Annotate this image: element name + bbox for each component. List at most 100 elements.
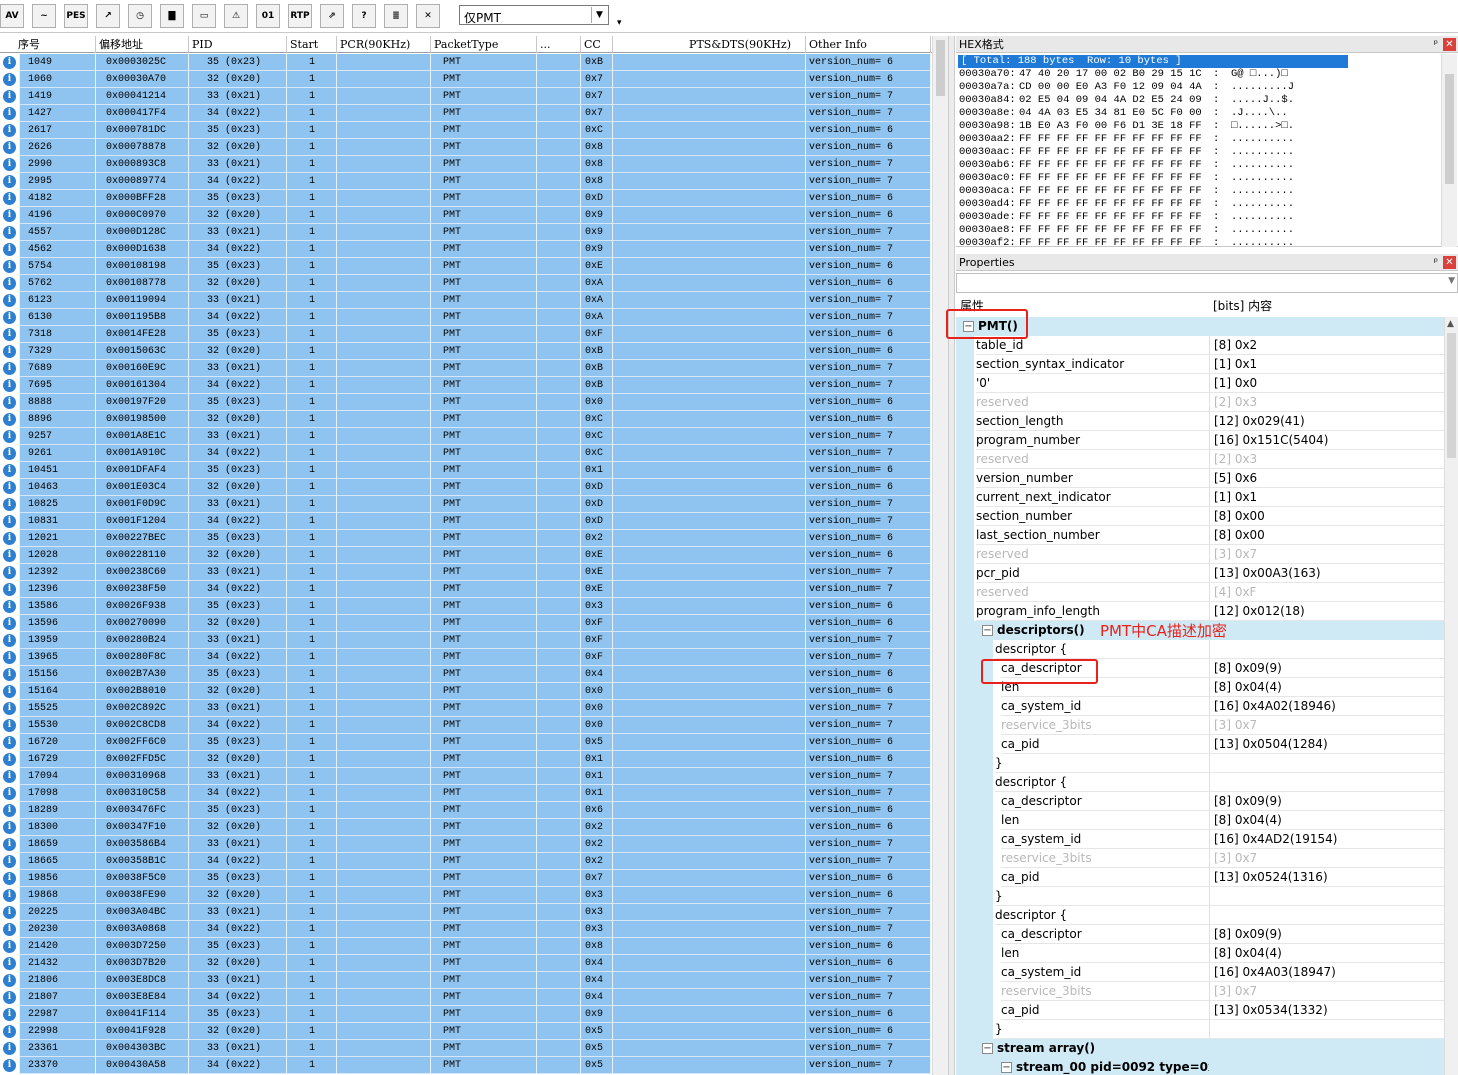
table-row[interactable]: i 7318 0x0014FE28 35 (0x23) 1 PMT 0xF version_n… — [0, 326, 931, 343]
property-row[interactable]: descriptor { — [956, 640, 1444, 659]
help-button[interactable]: ? — [352, 4, 376, 28]
clock-button[interactable]: ◷ — [128, 4, 152, 28]
column-header-4[interactable]: PCR(90KHz) — [337, 36, 431, 53]
column-header-1[interactable]: 偏移地址 — [96, 36, 189, 53]
property-row[interactable]: reservice_3bits [3] 0x7 — [956, 849, 1444, 868]
property-row[interactable]: version_number [5] 0x6 — [956, 469, 1444, 488]
trend-button[interactable]: ↗ — [96, 4, 120, 28]
chart-button[interactable]: ~ — [32, 4, 56, 28]
column-header-2[interactable]: PID — [189, 36, 287, 53]
property-row[interactable]: ca_system_id [16] 0x4AD2(19154) — [956, 830, 1444, 849]
table-row[interactable]: i 7689 0x00160E9C 33 (0x21) 1 PMT 0xB version_n… — [0, 360, 931, 377]
table-row[interactable]: i 19856 0x0038F5C0 35 (0x23) 1 PMT 0x7 version_… — [0, 870, 931, 887]
pin-icon[interactable]: ᵖ — [1434, 36, 1438, 53]
column-header-6[interactable]: ... — [537, 36, 581, 53]
stop-button[interactable]: ✕ — [416, 4, 440, 28]
pes-button[interactable]: PES — [64, 4, 88, 28]
collapse-toggle-icon[interactable]: − — [982, 625, 993, 636]
scrollbar-thumb[interactable] — [1445, 74, 1454, 184]
property-row[interactable]: ca_descriptor [8] 0x09(9) — [956, 792, 1444, 811]
table-row[interactable]: i 10451 0x001DFAF4 35 (0x23) 1 PMT 0x1 version_… — [0, 462, 931, 479]
pane-splitter[interactable] — [948, 36, 955, 1075]
table-row[interactable]: i 16729 0x002FFD5C 32 (0x20) 1 PMT 0x1 version_… — [0, 751, 931, 768]
table-row[interactable]: i 12028 0x00228110 32 (0x20) 1 PMT 0xE version_… — [0, 547, 931, 564]
table-row[interactable]: i 6123 0x00119094 33 (0x21) 1 PMT 0xA version_n… — [0, 292, 931, 309]
property-row[interactable]: reserved [3] 0x7 — [956, 545, 1444, 564]
table-row[interactable]: i 18300 0x00347F10 32 (0x20) 1 PMT 0x2 version_… — [0, 819, 931, 836]
property-row[interactable]: ca_pid [13] 0x0524(1316) — [956, 868, 1444, 887]
property-row[interactable]: section_syntax_indicator [1] 0x1 — [956, 355, 1444, 374]
table-row[interactable]: i 9257 0x001A8E1C 33 (0x21) 1 PMT 0xC version_n… — [0, 428, 931, 445]
scrollbar-thumb[interactable] — [936, 40, 945, 96]
table-row[interactable]: i 10463 0x001E03C4 32 (0x20) 1 PMT 0xD version_… — [0, 479, 931, 496]
property-row[interactable]: } — [956, 754, 1444, 773]
property-row[interactable]: '0' [1] 0x0 — [956, 374, 1444, 393]
table-row[interactable]: i 4182 0x000BFF28 35 (0x23) 1 PMT 0xD version_n… — [0, 190, 931, 207]
column-header-0[interactable]: 序号 — [0, 36, 96, 53]
table-row[interactable]: i 7329 0x0015063C 32 (0x20) 1 PMT 0xB version_n… — [0, 343, 931, 360]
property-row[interactable]: descriptor { — [956, 773, 1444, 792]
property-row[interactable]: } — [956, 887, 1444, 906]
toolbar-overflow-icon[interactable]: ▾ — [617, 18, 622, 28]
rtp-button[interactable]: RTP — [288, 4, 312, 28]
table-scrollbar[interactable] — [932, 36, 948, 1075]
table-row[interactable]: i 21432 0x003D7B20 32 (0x20) 1 PMT 0x4 version_… — [0, 955, 931, 972]
export-button[interactable]: ⇗ — [320, 4, 344, 28]
table-row[interactable]: i 23370 0x00430A58 34 (0x22) 1 PMT 0x5 version_… — [0, 1057, 931, 1074]
property-row[interactable]: descriptor { — [956, 906, 1444, 925]
property-row[interactable]: ca_descriptor [8] 0x09(9) — [956, 925, 1444, 944]
property-row[interactable]: PMT() − — [956, 317, 1444, 336]
property-row[interactable]: reserved [2] 0x3 — [956, 450, 1444, 469]
table-row[interactable]: i 1419 0x00041214 33 (0x21) 1 PMT 0x7 version_n… — [0, 88, 931, 105]
table-row[interactable]: i 18659 0x003586B4 33 (0x21) 1 PMT 0x2 version_… — [0, 836, 931, 853]
table-row[interactable]: i 2990 0x000893C8 33 (0x21) 1 PMT 0x8 version_n… — [0, 156, 931, 173]
table-row[interactable]: i 4196 0x000C0970 32 (0x20) 1 PMT 0x9 version_n… — [0, 207, 931, 224]
close-icon[interactable]: ✕ — [1443, 38, 1456, 51]
table-row[interactable]: i 10825 0x001F0D9C 33 (0x21) 1 PMT 0xD version_… — [0, 496, 931, 513]
table-row[interactable]: i 16720 0x002FF6C0 35 (0x23) 1 PMT 0x5 version_… — [0, 734, 931, 751]
table-row[interactable]: i 2995 0x00089774 34 (0x22) 1 PMT 0x8 version_n… — [0, 173, 931, 190]
scroll-up-icon[interactable]: ▲ — [1447, 319, 1454, 329]
collapse-toggle-icon[interactable]: − — [1001, 1062, 1012, 1073]
collapse-toggle-icon[interactable]: − — [982, 1043, 993, 1054]
table-row[interactable]: i 15525 0x002C892C 33 (0x21) 1 PMT 0x0 version_… — [0, 700, 931, 717]
table-row[interactable]: i 2626 0x00078878 32 (0x20) 1 PMT 0x8 version_n… — [0, 139, 931, 156]
property-row[interactable]: program_number [16] 0x151C(5404) — [956, 431, 1444, 450]
table-row[interactable]: i 13586 0x0026F938 35 (0x23) 1 PMT 0x3 version_… — [0, 598, 931, 615]
table-row[interactable]: i 2617 0x000781DC 35 (0x23) 1 PMT 0xC version_n… — [0, 122, 931, 139]
property-row[interactable]: section_number [8] 0x00 — [956, 507, 1444, 526]
warning-button[interactable]: ⚠ — [224, 4, 248, 28]
table-row[interactable]: i 9261 0x001A910C 34 (0x22) 1 PMT 0xC version_n… — [0, 445, 931, 462]
column-header-8[interactable]: PTS&DTS(90KHz) — [613, 36, 806, 53]
table-row[interactable]: i 22987 0x0041F114 35 (0x23) 1 PMT 0x9 version_… — [0, 1006, 931, 1023]
av-button[interactable]: AV — [0, 4, 24, 28]
table-row[interactable]: i 10831 0x001F1204 34 (0x22) 1 PMT 0xD version_… — [0, 513, 931, 530]
table-row[interactable]: i 17098 0x00310C58 34 (0x22) 1 PMT 0x1 version_… — [0, 785, 931, 802]
property-row[interactable]: reserved [4] 0xF — [956, 583, 1444, 602]
property-row[interactable]: stream_00 pid=0092 type=0x81 (AC-3) − — [956, 1058, 1444, 1075]
table-row[interactable]: i 5754 0x00108198 35 (0x23) 1 PMT 0xE version_n… — [0, 258, 931, 275]
table-row[interactable]: i 4562 0x000D1638 34 (0x22) 1 PMT 0x9 version_n… — [0, 241, 931, 258]
table-row[interactable]: i 1049 0x0003025C 35 (0x23) 1 PMT 0xB version_n… — [0, 54, 931, 71]
table-row[interactable]: i 13959 0x00280B24 33 (0x21) 1 PMT 0xF version_… — [0, 632, 931, 649]
table-row[interactable]: i 8896 0x00198500 32 (0x20) 1 PMT 0xC version_n… — [0, 411, 931, 428]
table-row[interactable]: i 15156 0x002B7A30 35 (0x23) 1 PMT 0x4 version_… — [0, 666, 931, 683]
table-row[interactable]: i 18665 0x00358B1C 34 (0x22) 1 PMT 0x2 version_… — [0, 853, 931, 870]
table-row[interactable]: i 20225 0x003A04BC 33 (0x21) 1 PMT 0x3 version_… — [0, 904, 931, 921]
bars-button[interactable]: ▇ — [160, 4, 184, 28]
chevron-down-icon[interactable]: ▼ — [591, 7, 607, 23]
pin-icon[interactable]: ᵖ — [1434, 254, 1438, 271]
column-header-9[interactable]: Other Info — [806, 36, 931, 53]
hex-scrollbar[interactable] — [1441, 54, 1457, 247]
table-row[interactable]: i 19868 0x0038FE90 32 (0x20) 1 PMT 0x3 version_… — [0, 887, 931, 904]
property-row[interactable]: section_length [12] 0x029(41) — [956, 412, 1444, 431]
property-row[interactable]: ca_pid [13] 0x0504(1284) — [956, 735, 1444, 754]
property-row[interactable]: len [8] 0x04(4) — [956, 811, 1444, 830]
property-row[interactable]: len [8] 0x04(4) — [956, 944, 1444, 963]
table-row[interactable]: i 15164 0x002B8010 32 (0x20) 1 PMT 0x0 version_… — [0, 683, 931, 700]
scrollbar-thumb[interactable] — [1447, 333, 1456, 458]
property-row[interactable]: ca_system_id [16] 0x4A03(18947) — [956, 963, 1444, 982]
table-row[interactable]: i 12392 0x00238C60 33 (0x21) 1 PMT 0xE version_… — [0, 564, 931, 581]
properties-object-select[interactable]: ▼ — [956, 273, 1458, 293]
monitor-button[interactable]: ▭ — [192, 4, 216, 28]
